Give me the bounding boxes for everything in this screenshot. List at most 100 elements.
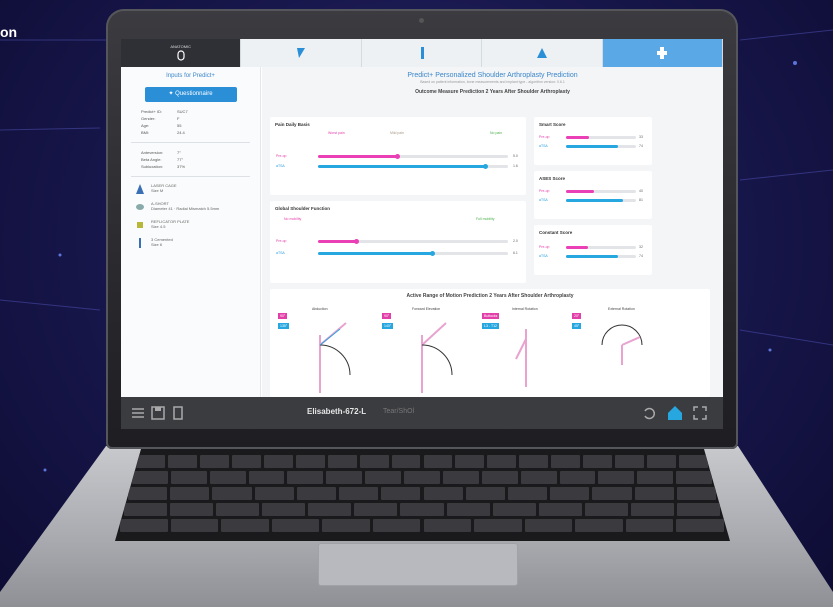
info-row: Predict+ ID: SUC7 bbox=[141, 108, 260, 115]
constant-preop-value: 32 bbox=[639, 245, 643, 249]
rom-preop-tag: Buttocks bbox=[482, 313, 500, 319]
menu-icon[interactable] bbox=[131, 406, 145, 420]
keyboard-key bbox=[524, 519, 573, 532]
keyboard-key bbox=[423, 519, 472, 532]
keyboard-key bbox=[209, 471, 246, 484]
abduction-figure bbox=[319, 322, 351, 393]
implant-icon bbox=[536, 48, 547, 58]
keyboard-key bbox=[170, 519, 219, 532]
angle-value: 37% bbox=[177, 164, 186, 169]
implant-item: LASER CAGE Size M bbox=[135, 183, 260, 195]
smart-post-bar bbox=[566, 145, 636, 148]
ases-preop-bar bbox=[566, 190, 636, 193]
info-key: Gender: bbox=[141, 116, 156, 121]
info-key: BMI: bbox=[141, 130, 150, 135]
keyboard-key bbox=[487, 455, 517, 468]
info-key: Age: bbox=[141, 123, 150, 128]
keyboard-key bbox=[199, 455, 229, 468]
stem-icon bbox=[139, 238, 141, 248]
internal-rotation-figure bbox=[515, 329, 527, 387]
keyboard-key bbox=[676, 487, 716, 500]
constant-preop-bar bbox=[566, 246, 636, 249]
page-title: Predict+ Personalized Shoulder Arthropla… bbox=[407, 72, 578, 79]
outcome-section-title: Outcome Measure Prediction 2 Years After… bbox=[415, 89, 570, 95]
corner-heading-fragment: on bbox=[0, 24, 18, 40]
expand-icon[interactable] bbox=[693, 406, 707, 420]
keyboard-key bbox=[615, 455, 645, 468]
ases-preop-value: 40 bbox=[639, 189, 643, 193]
implant-detail: Size 6 bbox=[151, 242, 163, 247]
keyboard-key bbox=[170, 471, 207, 484]
smart-post-label: aTSA bbox=[539, 144, 548, 148]
keyboard-key bbox=[296, 487, 337, 500]
save-icon[interactable] bbox=[151, 406, 165, 420]
rom-post-tag: 45° bbox=[572, 323, 582, 329]
glenoid-icon bbox=[297, 48, 306, 58]
constant-preop-fill bbox=[566, 246, 589, 249]
keyboard-key bbox=[583, 455, 613, 468]
smart-post-value: 74 bbox=[639, 144, 643, 148]
tab-step-3[interactable] bbox=[362, 39, 483, 67]
keyboard-key bbox=[381, 487, 421, 500]
humeral-head-icon bbox=[136, 204, 144, 210]
tab-step-4[interactable] bbox=[482, 39, 603, 67]
rom-label: External Rotation bbox=[608, 307, 635, 311]
implant-detail: Size 4.5 bbox=[151, 224, 166, 229]
angle-key: Anteversion: bbox=[141, 150, 164, 155]
angle-value: 7° bbox=[177, 150, 181, 155]
keyboard-key bbox=[637, 471, 674, 484]
angle-value: 77° bbox=[177, 157, 184, 162]
forward-elevation-figure bbox=[421, 322, 453, 393]
keyboard-key bbox=[519, 455, 549, 468]
ases-post-bar bbox=[566, 199, 636, 202]
constant-score-card: Constant Score Pre-op aTSA 32 74 bbox=[534, 225, 652, 275]
ases-score-card: ASES Score Pre-op aTSA 40 81 bbox=[534, 171, 652, 219]
keyboard-key bbox=[322, 519, 370, 532]
pain-preop-label: Pre-op bbox=[276, 154, 287, 158]
keyboard-key bbox=[550, 487, 590, 500]
keyboard-key bbox=[647, 455, 677, 468]
smart-preop-label: Pre-op bbox=[539, 135, 550, 139]
constant-post-label: aTSA bbox=[539, 254, 548, 258]
tab-predict[interactable] bbox=[602, 39, 723, 67]
function-preop-fill bbox=[318, 240, 356, 243]
pain-post-label: aTSA bbox=[276, 164, 285, 168]
info-row: Age: 55 bbox=[141, 122, 260, 129]
keyboard-key bbox=[262, 503, 306, 516]
cage-icon bbox=[136, 184, 144, 194]
keyboard-key bbox=[465, 487, 505, 500]
function-post-label: aTSA bbox=[276, 251, 285, 255]
keyboard-key bbox=[248, 471, 285, 484]
home-icon[interactable] bbox=[666, 404, 684, 422]
tab-anatomic[interactable]: ANATOMIC bbox=[121, 39, 242, 67]
keyboard-key bbox=[327, 455, 357, 468]
undo-icon[interactable] bbox=[641, 406, 655, 420]
keyboard-key bbox=[676, 471, 712, 484]
info-row: Gender: F bbox=[141, 115, 260, 122]
function-post-value: 6.1 bbox=[513, 251, 518, 255]
keyboard-key bbox=[359, 455, 389, 468]
keyboard-key bbox=[295, 455, 325, 468]
info-row: BMI: 24.4 bbox=[141, 129, 260, 136]
questionnaire-label: Questionnaire bbox=[175, 91, 213, 97]
questionnaire-button[interactable]: ✦ Questionnaire bbox=[144, 87, 237, 102]
smart-preop-value: 33 bbox=[639, 135, 643, 139]
info-key: Predict+ ID: bbox=[141, 109, 163, 114]
rom-post-tag: 140° bbox=[382, 323, 394, 329]
pain-card: Pain Daily Basis Worst pain Mild pain No… bbox=[270, 117, 526, 195]
laptop-trackpad bbox=[318, 543, 518, 586]
keyboard-key bbox=[679, 455, 708, 468]
keyboard-key bbox=[231, 455, 261, 468]
rom-card: Active Range of Motion Prediction 2 Year… bbox=[270, 289, 710, 397]
keyboard-key bbox=[481, 471, 518, 484]
keyboard-key bbox=[365, 471, 402, 484]
export-icon[interactable] bbox=[171, 406, 185, 420]
laptop-keyboard bbox=[115, 449, 730, 541]
angle-row: Anteversion: 7° bbox=[141, 149, 260, 156]
smart-preop-bar bbox=[566, 136, 636, 139]
pain-title: Pain Daily Basis bbox=[275, 122, 310, 127]
implant-item: REFLICATOR PLATE Size 4.5 bbox=[135, 219, 260, 231]
smart-preop-fill bbox=[566, 136, 590, 139]
tab-step-2[interactable] bbox=[241, 39, 362, 67]
implant-detail: Size M bbox=[151, 188, 164, 193]
